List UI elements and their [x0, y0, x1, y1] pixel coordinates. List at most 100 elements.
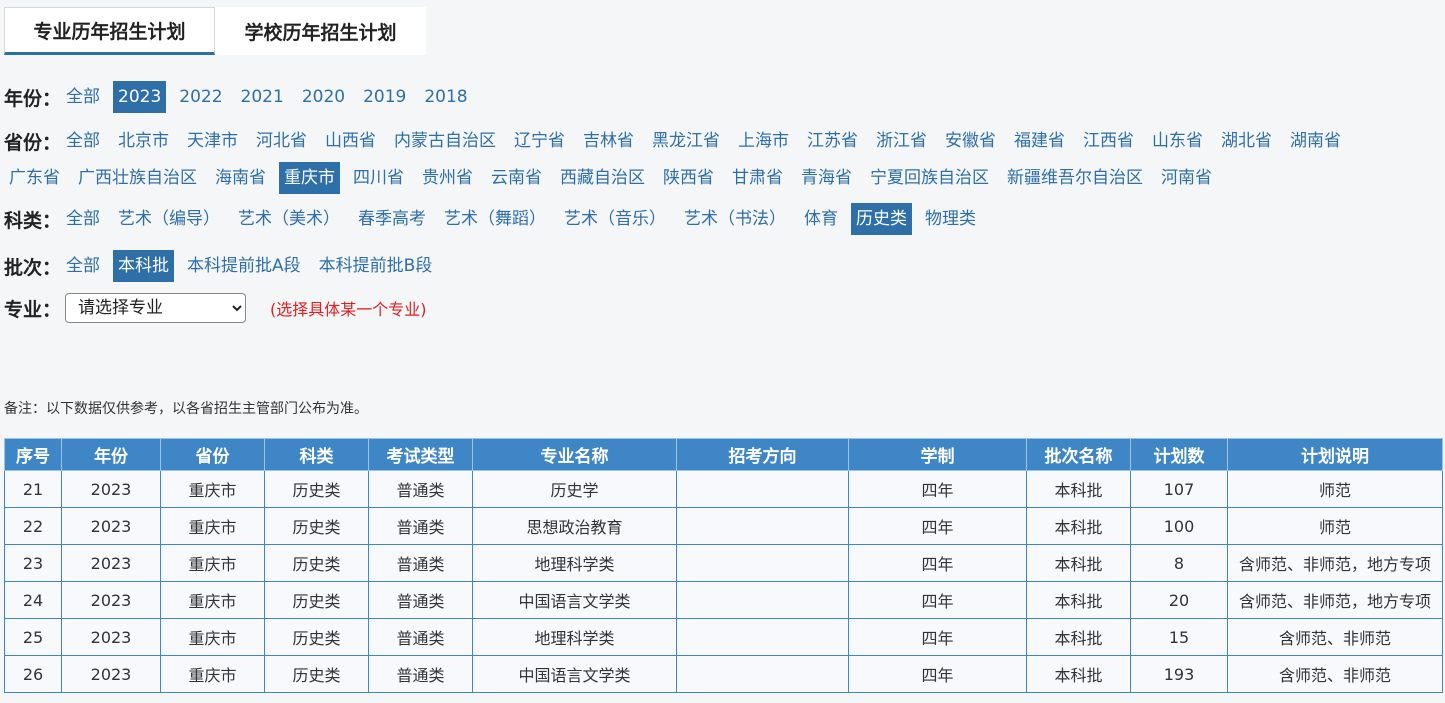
column-header: 计划数: [1130, 438, 1228, 471]
province-option[interactable]: 西藏自治区: [555, 162, 650, 194]
table-cell: 193: [1130, 655, 1228, 693]
batch-option[interactable]: 全部: [61, 250, 105, 282]
province-option[interactable]: 甘肃省: [727, 162, 788, 194]
year-option[interactable]: 2019: [358, 81, 411, 113]
province-option[interactable]: 辽宁省: [509, 125, 570, 157]
year-option[interactable]: 2018: [419, 81, 472, 113]
province-option[interactable]: 重庆市: [279, 162, 340, 194]
province-option[interactable]: 山东省: [1147, 125, 1208, 157]
year-option[interactable]: 2020: [297, 81, 350, 113]
table-cell: 普通类: [368, 544, 473, 582]
province-option[interactable]: 上海市: [733, 125, 794, 157]
table-row: 21 2023 重庆市 历史类 普通类 历史学 四年 本科批 107 师范: [4, 470, 1443, 508]
year-option[interactable]: 2022: [174, 81, 227, 113]
province-option[interactable]: 湖南省: [1285, 125, 1346, 157]
province-option[interactable]: 四川省: [348, 162, 409, 194]
province-option[interactable]: 江西省: [1078, 125, 1139, 157]
table-row: 25 2023 重庆市 历史类 普通类 地理科学类 四年 本科批 15 含师范、非师范: [4, 618, 1443, 656]
table-cell: 重庆市: [160, 507, 265, 545]
column-header: 计划说明: [1227, 438, 1443, 471]
table-cell: 本科批: [1026, 618, 1131, 656]
table-cell: 本科批: [1026, 581, 1131, 619]
province-option[interactable]: 广西壮族自治区: [73, 162, 202, 194]
table-cell: 24: [4, 581, 62, 619]
province-option[interactable]: 湖北省: [1216, 125, 1277, 157]
subject-option[interactable]: 艺术（美术）: [233, 203, 345, 235]
table-cell: 四年: [848, 655, 1027, 693]
province-option[interactable]: 广东省: [4, 162, 65, 194]
province-option[interactable]: 青海省: [796, 162, 857, 194]
filter-province-options-row2: 广东省 广西壮族自治区 海南省 重庆市 四川省 贵州省 云南省 西藏自治区 陕西省 甘肃省 青海省宁…: [4, 159, 1444, 197]
province-option[interactable]: 全部: [61, 125, 105, 157]
table-cell: 本科批: [1026, 507, 1131, 545]
province-option[interactable]: 云南省: [486, 162, 547, 194]
province-option[interactable]: 吉林省: [578, 125, 639, 157]
table-cell: 历史类: [264, 581, 369, 619]
subject-option[interactable]: 艺术（编导）: [113, 203, 225, 235]
table-row: 26 2023 重庆市 历史类 普通类 中国语言文学类 四年 本科批 193 含师范、非师范: [4, 655, 1443, 693]
year-option[interactable]: 全部: [61, 81, 105, 113]
table-cell: 含师范、非师范: [1227, 618, 1443, 656]
tab-major-plan[interactable]: 专业历年招生计划: [4, 7, 215, 55]
table-cell: 含师范、非师范，地方专项: [1227, 544, 1443, 582]
major-select[interactable]: 请选择专业: [65, 293, 247, 323]
province-option[interactable]: 贵州省: [417, 162, 478, 194]
province-option[interactable]: 内蒙古自治区: [389, 125, 501, 157]
subject-option[interactable]: 艺术（舞蹈）: [439, 203, 551, 235]
subject-option[interactable]: 历史类: [851, 203, 913, 235]
table-cell: 普通类: [368, 655, 473, 693]
subject-option[interactable]: 春季高考: [353, 203, 431, 235]
column-header: 科类: [264, 438, 369, 471]
year-option[interactable]: 2023: [113, 81, 167, 113]
tab-school-plan[interactable]: 学校历年招生计划: [215, 7, 426, 55]
subject-option[interactable]: 体育: [799, 203, 843, 235]
column-header: 批次名称: [1026, 438, 1131, 471]
table-cell: 本科批: [1026, 470, 1131, 508]
filter-major: 专业： 请选择专业 (选择具体某一个专业): [4, 291, 427, 325]
province-option[interactable]: 山西省: [320, 125, 381, 157]
table-cell: [676, 581, 849, 619]
table-cell: 重庆市: [160, 618, 265, 656]
subject-option[interactable]: 艺术（音乐）: [559, 203, 671, 235]
table-cell: 历史类: [264, 655, 369, 693]
table-cell: 2023: [61, 507, 161, 545]
table-cell: 2023: [61, 655, 161, 693]
table-cell: 本科批: [1026, 544, 1131, 582]
province-option[interactable]: 福建省: [1009, 125, 1070, 157]
province-option[interactable]: 黑龙江省: [647, 125, 725, 157]
subject-option[interactable]: 全部: [61, 203, 105, 235]
table-cell: 含师范、非师范，地方专项: [1227, 581, 1443, 619]
table-cell: [676, 618, 849, 656]
table-cell: 历史类: [264, 470, 369, 508]
province-option[interactable]: 天津市: [182, 125, 243, 157]
table-row: 24 2023 重庆市 历史类 普通类 中国语言文学类 四年 本科批 20 含师范、非师范，地方专…: [4, 581, 1443, 619]
province-option[interactable]: 北京市: [113, 125, 174, 157]
province-option[interactable]: 宁夏回族自治区: [865, 162, 994, 194]
province-option[interactable]: 海南省: [210, 162, 271, 194]
filter-major-label: 专业：: [4, 298, 62, 321]
province-option[interactable]: 安徽省: [940, 125, 1001, 157]
filter-province-label: 省份：: [4, 131, 62, 154]
year-option[interactable]: 2021: [236, 81, 289, 113]
table-cell: 普通类: [368, 581, 473, 619]
table-body: 21 2023 重庆市 历史类 普通类 历史学 四年 本科批 107 师范 22 2023 重庆市 历史类…: [4, 470, 1443, 693]
province-option[interactable]: 河南省: [1156, 162, 1217, 194]
batch-option[interactable]: 本科提前批A段: [182, 250, 306, 282]
province-option[interactable]: 河北省: [251, 125, 312, 157]
subject-option[interactable]: 物理类: [920, 203, 981, 235]
province-option[interactable]: 新疆维吾尔自治区: [1002, 162, 1148, 194]
province-option[interactable]: 陕西省: [658, 162, 719, 194]
table-cell: 本科批: [1026, 655, 1131, 693]
column-header: 学制: [848, 438, 1027, 471]
batch-option[interactable]: 本科批: [113, 250, 175, 282]
table-cell: [676, 470, 849, 508]
enrollment-plan-table: 序号 年份 省份 科类 考试类型 专业名称 招考方向 学制 批次名称 计划数 计划说明 21 2023…: [4, 438, 1443, 693]
province-option[interactable]: 浙江省: [871, 125, 932, 157]
province-option[interactable]: 江苏省: [802, 125, 863, 157]
table-cell: 25: [4, 618, 62, 656]
subject-option[interactable]: 艺术（书法）: [679, 203, 791, 235]
table-cell: 重庆市: [160, 655, 265, 693]
filter-year: 年份： 全部 2023 2022 2021 2020 2019 2018: [4, 80, 481, 114]
filter-year-label: 年份：: [4, 87, 62, 110]
batch-option[interactable]: 本科提前批B段: [314, 250, 438, 282]
